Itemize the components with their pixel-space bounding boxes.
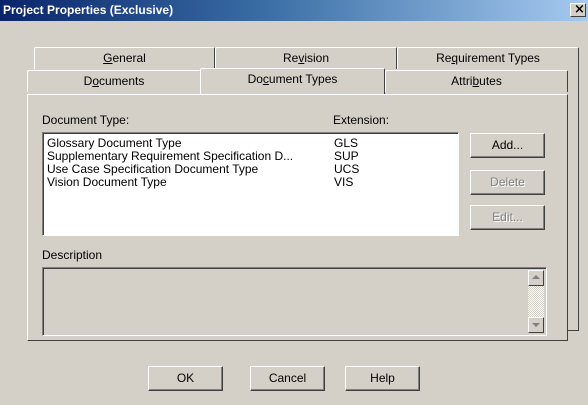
window-title: Project Properties (Exclusive) xyxy=(3,3,174,17)
delete-button[interactable]: Delete xyxy=(470,170,545,195)
scroll-up-button[interactable] xyxy=(528,270,544,286)
tab-attributes[interactable]: Attributes xyxy=(385,70,568,92)
description-field[interactable] xyxy=(42,267,547,336)
close-icon: × xyxy=(574,2,585,17)
arrow-up-icon xyxy=(532,275,540,279)
document-type-list[interactable]: Glossary Document Type GLS Supplementary… xyxy=(42,132,459,236)
title-bar: Project Properties (Exclusive) × xyxy=(0,0,588,22)
tab-label: ision xyxy=(304,51,330,65)
tab-revision[interactable]: Revision xyxy=(215,47,397,69)
tab-label: D xyxy=(83,74,93,88)
arrow-down-icon xyxy=(532,323,540,327)
cancel-button[interactable]: Cancel xyxy=(250,366,325,391)
tab-document-types[interactable]: Document Types xyxy=(200,68,385,94)
description-scrollbar[interactable] xyxy=(528,270,544,333)
document-type-name: Vision Document Type xyxy=(47,175,167,189)
tab-label: Re xyxy=(436,51,452,65)
tab-label: Do xyxy=(247,72,263,86)
description-label: Description xyxy=(42,248,103,262)
tab-label: o xyxy=(92,74,99,88)
tab-label: utes xyxy=(479,74,502,88)
help-button[interactable]: Help xyxy=(345,366,420,391)
tab-label: cuments xyxy=(99,74,145,88)
add-button[interactable]: Add... xyxy=(470,133,545,158)
tab-label: ument Types xyxy=(268,72,338,86)
edit-button[interactable]: Edit... xyxy=(470,205,545,230)
ok-button[interactable]: OK xyxy=(148,366,223,391)
document-type-label: Document Type: xyxy=(42,113,130,127)
scroll-down-button[interactable] xyxy=(528,317,544,333)
document-type-extension: VIS xyxy=(334,175,354,189)
tab-requirement-types[interactable]: Requirement Types xyxy=(397,47,579,69)
tab-general[interactable]: General xyxy=(34,47,215,69)
tab-documents[interactable]: Documents xyxy=(27,70,201,92)
close-button[interactable]: × xyxy=(570,2,586,17)
tab-label: Attri xyxy=(451,74,473,88)
tab-label: Re xyxy=(282,51,299,65)
extension-label: Extension: xyxy=(333,113,390,127)
tab-label: eneral xyxy=(112,51,146,65)
tab-label: uirement Types xyxy=(458,51,540,65)
